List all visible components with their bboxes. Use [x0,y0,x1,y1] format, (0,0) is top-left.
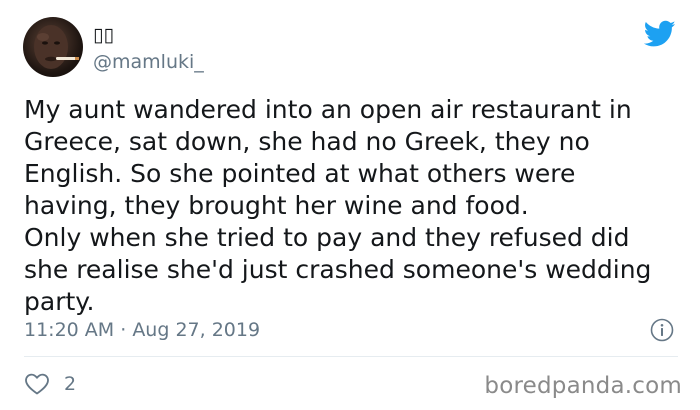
user-handle[interactable]: @mamluki_ [93,51,204,73]
like-count: 2 [64,373,77,395]
meta-separator: · [114,319,133,341]
twitter-bird-icon[interactable] [644,20,676,48]
info-icon[interactable] [650,318,674,342]
tweet-time[interactable]: 11:20 AM [24,319,114,341]
like-button[interactable]: 2 [24,370,76,398]
tweet-card: ▯▯ @mamluki_ My aunt wandered into an op… [0,0,700,410]
display-name[interactable]: ▯▯ [93,24,114,46]
heart-icon [25,373,49,395]
avatar[interactable] [23,17,83,77]
tweet-timestamp: 11:20 AM · Aug 27, 2019 [24,318,260,342]
boredpanda-watermark: boredpanda.com [484,373,682,399]
tweet-text: My aunt wandered into an open air restau… [24,95,652,316]
tweet-date[interactable]: Aug 27, 2019 [132,319,260,341]
divider [24,356,678,357]
